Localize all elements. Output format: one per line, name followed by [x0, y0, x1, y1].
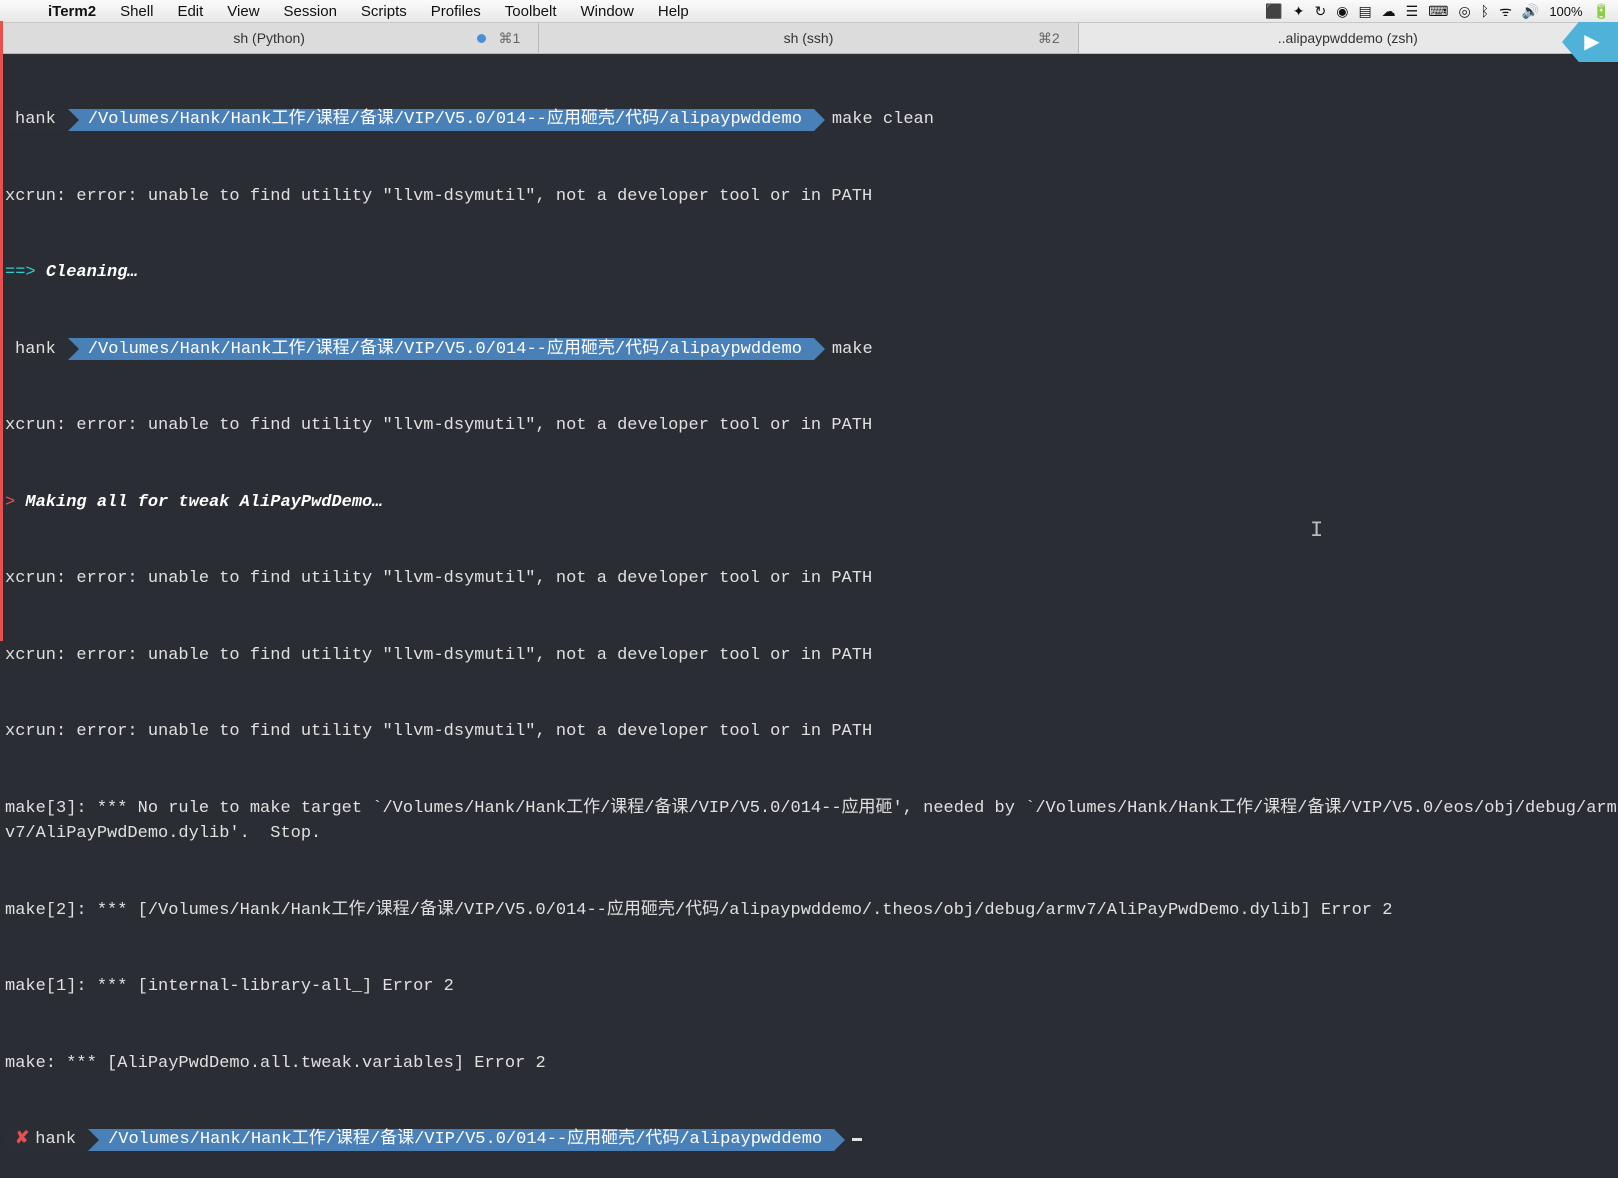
menu-shell[interactable]: Shell [108, 3, 165, 20]
menu-profiles[interactable]: Profiles [419, 3, 493, 20]
wifi-icon[interactable]: ᯤ [1499, 2, 1512, 21]
tab-sh-python[interactable]: sh (Python) ⌘1 [0, 23, 539, 53]
error-mark-icon: ✘ [15, 1127, 29, 1153]
output-line: xcrun: error: unable to find utility "ll… [5, 719, 1618, 745]
output-line: xcrun: error: unable to find utility "ll… [5, 643, 1618, 669]
tab-shortcut: ⌘2 [1038, 30, 1060, 47]
macos-menubar: iTerm2 Shell Edit View Session Scripts P… [0, 0, 1618, 22]
command-text: make clean [832, 107, 934, 133]
output-line: make[3]: *** No rule to make target `/Vo… [5, 796, 1618, 847]
prompt-path-segment: /Volumes/Hank/Hank工作/课程/备课/VIP/V5.0/014-… [68, 109, 814, 131]
command-text: make [832, 337, 873, 363]
status-icon[interactable]: ↻ [1314, 3, 1326, 20]
prompt-line-error: ✘hank /Volumes/Hank/Hank工作/课程/备课/VIP/V5.… [5, 1127, 1618, 1153]
prompt-user-segment: ✘hank [5, 1129, 88, 1151]
bluetooth-icon[interactable]: ᛒ [1481, 3, 1489, 19]
menu-view[interactable]: View [215, 3, 271, 20]
app-name[interactable]: iTerm2 [36, 3, 108, 20]
battery-percent[interactable]: 100% [1549, 4, 1582, 19]
prompt-user-segment: hank [5, 338, 68, 360]
tab-label: sh (ssh) [784, 30, 834, 46]
battery-icon[interactable]: 🔋 [1593, 3, 1610, 20]
prompt-line: hank /Volumes/Hank/Hank工作/课程/备课/VIP/V5.0… [5, 337, 1618, 363]
output-line: make[1]: *** [internal-library-all_] Err… [5, 974, 1618, 1000]
prompt-path-segment: /Volumes/Hank/Hank工作/课程/备课/VIP/V5.0/014-… [88, 1129, 834, 1151]
menu-scripts[interactable]: Scripts [349, 3, 419, 20]
status-icon[interactable]: ▤ [1358, 3, 1371, 20]
menu-help[interactable]: Help [646, 3, 701, 20]
tab-shortcut: ⌘1 [499, 30, 521, 47]
menu-session[interactable]: Session [272, 3, 349, 20]
tab-alipaypwddemo[interactable]: ..alipaypwddemo (zsh) ⌘3 [1079, 23, 1618, 53]
status-icon[interactable]: ✦ [1293, 3, 1305, 20]
terminal-cursor [852, 1138, 862, 1141]
status-icon[interactable]: ◉ [1336, 3, 1348, 20]
output-line: xcrun: error: unable to find utility "ll… [5, 184, 1618, 210]
output-line: xcrun: error: unable to find utility "ll… [5, 413, 1618, 439]
tab-sh-ssh[interactable]: sh (ssh) ⌘2 [539, 23, 1078, 53]
output-line: xcrun: error: unable to find utility "ll… [5, 566, 1618, 592]
output-line: make: *** [AliPayPwdDemo.all.tweak.varia… [5, 1051, 1618, 1077]
menu-toolbelt[interactable]: Toolbelt [493, 3, 569, 20]
output-line: ==> Cleaning… [5, 260, 1618, 286]
dirty-indicator-icon [477, 34, 486, 43]
status-icon[interactable]: ☁ [1382, 3, 1396, 20]
prompt-line: hank /Volumes/Hank/Hank工作/课程/备课/VIP/V5.0… [5, 107, 1618, 133]
prompt-path-segment: /Volumes/Hank/Hank工作/课程/备课/VIP/V5.0/014-… [68, 338, 814, 360]
terminal-viewport[interactable]: hank /Volumes/Hank/Hank工作/课程/备课/VIP/V5.0… [3, 54, 1618, 1178]
window-edge-highlight [0, 21, 3, 641]
menu-edit[interactable]: Edit [165, 3, 215, 20]
prompt-user-segment: hank [5, 109, 68, 131]
tab-label: sh (Python) [233, 30, 305, 46]
status-icon[interactable]: ⬛ [1265, 3, 1282, 20]
status-icon[interactable]: ◎ [1458, 3, 1470, 20]
volume-icon[interactable]: 🔊 [1522, 3, 1539, 20]
iterm-tab-bar: sh (Python) ⌘1 sh (ssh) ⌘2 ..alipaypwdde… [0, 22, 1618, 54]
tab-label: ..alipaypwddemo (zsh) [1278, 30, 1418, 46]
output-line: > Making all for tweak AliPayPwdDemo… [5, 490, 1618, 516]
status-icon[interactable]: ☰ [1406, 3, 1419, 20]
output-line: make[2]: *** [/Volumes/Hank/Hank工作/课程/备课… [5, 898, 1618, 924]
status-icon[interactable]: ⌨ [1428, 3, 1448, 20]
menu-window[interactable]: Window [569, 3, 646, 20]
